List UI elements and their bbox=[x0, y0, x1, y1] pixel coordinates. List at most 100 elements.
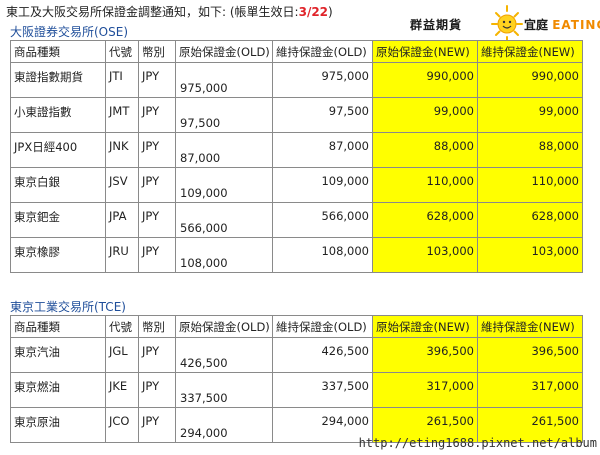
maintenance-margin-old-cell: 294,000 bbox=[272, 407, 373, 443]
column-header: 維持保證金(OLD) bbox=[272, 315, 373, 338]
notice-main: 東工及大阪交易所保證金調整通知，如下: (帳單生效日: bbox=[6, 5, 299, 19]
original-margin-old-value: 566,000 bbox=[180, 221, 228, 235]
table-row: JPX日經400 JNK JPY 87,000 87,000 88,000 88,000 bbox=[10, 132, 583, 168]
original-margin-old-cell: 108,000 bbox=[175, 237, 273, 273]
watermark-url: http://eting1688.pixnet.net/album bbox=[358, 436, 597, 450]
original-margin-old-cell: 87,000 bbox=[175, 132, 273, 168]
symbol-cell: JSV bbox=[105, 167, 139, 203]
table-row: 小東證指數 JMT JPY 97,500 97,500 99,000 99,000 bbox=[10, 97, 583, 133]
maintenance-margin-new-cell: 396,500 bbox=[477, 337, 583, 373]
ose-margin-table: 商品種類 代號 幣別 原始保證金(OLD) 維持保證金(OLD) 原始保證金(NEW) 維持… bbox=[10, 40, 583, 273]
product-name-cell: 小東證指數 bbox=[10, 97, 106, 133]
original-margin-old-cell: 97,500 bbox=[175, 97, 273, 133]
table-row: 東證指數期貨 JTI JPY 975,000 975,000 990,000 990,000 bbox=[10, 62, 583, 98]
maintenance-margin-old-cell: 87,000 bbox=[272, 132, 373, 168]
original-margin-old-value: 294,000 bbox=[180, 426, 228, 440]
product-name-cell: 東京白銀 bbox=[10, 167, 106, 203]
currency-cell: JPY bbox=[138, 167, 176, 203]
product-name-cell: 東京汽油 bbox=[10, 337, 106, 373]
original-margin-old-value: 109,000 bbox=[180, 186, 228, 200]
symbol-cell: JRU bbox=[105, 237, 139, 273]
original-margin-old-value: 97,500 bbox=[180, 116, 221, 130]
sun-icon bbox=[491, 5, 523, 43]
currency-cell: JPY bbox=[138, 337, 176, 373]
brand-logo: 群益期貨 宜庭 EATING bbox=[410, 4, 600, 44]
original-margin-old-value: 426,500 bbox=[180, 356, 228, 370]
product-name-cell: JPX日經400 bbox=[10, 132, 106, 168]
currency-cell: JPY bbox=[138, 237, 176, 273]
original-margin-old-cell: 294,000 bbox=[175, 407, 273, 443]
maintenance-margin-old-cell: 109,000 bbox=[272, 167, 373, 203]
column-header: 原始保證金(OLD) bbox=[175, 40, 273, 63]
column-header: 幣別 bbox=[138, 315, 176, 338]
ose-section-title: 大阪證券交易所(OSE) bbox=[10, 25, 129, 39]
currency-cell: JPY bbox=[138, 202, 176, 238]
original-margin-old-cell: 975,000 bbox=[175, 62, 273, 98]
maintenance-margin-new-cell: 99,000 bbox=[477, 97, 583, 133]
original-margin-new-cell: 88,000 bbox=[372, 132, 478, 168]
logo-right-cn: 宜庭 bbox=[524, 18, 549, 32]
original-margin-old-cell: 426,500 bbox=[175, 337, 273, 373]
original-margin-new-cell: 103,000 bbox=[372, 237, 478, 273]
symbol-cell: JPA bbox=[105, 202, 139, 238]
maintenance-margin-old-cell: 108,000 bbox=[272, 237, 373, 273]
notice-text: 東工及大阪交易所保證金調整通知，如下: (帳單生效日:3/22) bbox=[6, 3, 333, 20]
table-row: 東京鈀金 JPA JPY 566,000 566,000 628,000 628,000 bbox=[10, 202, 583, 238]
table-row: 東京汽油 JGL JPY 426,500 426,500 396,500 396,500 bbox=[10, 337, 583, 373]
original-margin-new-cell: 110,000 bbox=[372, 167, 478, 203]
original-margin-new-cell: 99,000 bbox=[372, 97, 478, 133]
maintenance-margin-new-cell: 990,000 bbox=[477, 62, 583, 98]
original-margin-old-value: 337,500 bbox=[180, 391, 228, 405]
currency-cell: JPY bbox=[138, 407, 176, 443]
currency-cell: JPY bbox=[138, 97, 176, 133]
original-margin-new-cell: 628,000 bbox=[372, 202, 478, 238]
maintenance-margin-new-cell: 88,000 bbox=[477, 132, 583, 168]
notice-close: ) bbox=[328, 5, 333, 19]
symbol-cell: JGL bbox=[105, 337, 139, 373]
column-header: 維持保證金(NEW) bbox=[477, 315, 583, 338]
product-name-cell: 東京鈀金 bbox=[10, 202, 106, 238]
original-margin-new-cell: 396,500 bbox=[372, 337, 478, 373]
original-margin-old-value: 975,000 bbox=[180, 81, 228, 95]
original-margin-old-value: 87,000 bbox=[180, 151, 221, 165]
column-header: 商品種類 bbox=[10, 40, 106, 63]
column-header: 維持保證金(OLD) bbox=[272, 40, 373, 63]
logo-left-text: 群益期貨 bbox=[410, 18, 463, 32]
column-header: 商品種類 bbox=[10, 315, 106, 338]
logo-right-en: EATING bbox=[552, 18, 600, 32]
tce-margin-table: 商品種類 代號 幣別 原始保證金(OLD) 維持保證金(OLD) 原始保證金(NEW) 維持… bbox=[10, 315, 583, 443]
maintenance-margin-old-cell: 97,500 bbox=[272, 97, 373, 133]
table-row: 東京白銀 JSV JPY 109,000 109,000 110,000 110,000 bbox=[10, 167, 583, 203]
original-margin-old-value: 108,000 bbox=[180, 256, 228, 270]
table-row: 東京燃油 JKE JPY 337,500 337,500 317,000 317,000 bbox=[10, 372, 583, 408]
product-name-cell: 東京燃油 bbox=[10, 372, 106, 408]
symbol-cell: JNK bbox=[105, 132, 139, 168]
symbol-cell: JTI bbox=[105, 62, 139, 98]
maintenance-margin-old-cell: 975,000 bbox=[272, 62, 373, 98]
original-margin-new-cell: 990,000 bbox=[372, 62, 478, 98]
column-header: 原始保證金(NEW) bbox=[372, 315, 478, 338]
original-margin-new-cell: 317,000 bbox=[372, 372, 478, 408]
header-row: 商品種類 代號 幣別 原始保證金(OLD) 維持保證金(OLD) 原始保證金(NEW) 維持… bbox=[10, 40, 583, 63]
column-header: 代號 bbox=[105, 315, 139, 338]
maintenance-margin-old-cell: 337,500 bbox=[272, 372, 373, 408]
currency-cell: JPY bbox=[138, 62, 176, 98]
maintenance-margin-new-cell: 110,000 bbox=[477, 167, 583, 203]
original-margin-old-cell: 337,500 bbox=[175, 372, 273, 408]
product-name-cell: 東京原油 bbox=[10, 407, 106, 443]
column-header: 幣別 bbox=[138, 40, 176, 63]
column-header: 原始保證金(NEW) bbox=[372, 40, 478, 63]
logo-right-text: 宜庭 EATING bbox=[524, 16, 600, 33]
original-margin-old-cell: 109,000 bbox=[175, 167, 273, 203]
currency-cell: JPY bbox=[138, 372, 176, 408]
symbol-cell: JCO bbox=[105, 407, 139, 443]
column-header: 原始保證金(OLD) bbox=[175, 315, 273, 338]
symbol-cell: JMT bbox=[105, 97, 139, 133]
product-name-cell: 東證指數期貨 bbox=[10, 62, 106, 98]
currency-cell: JPY bbox=[138, 132, 176, 168]
maintenance-margin-old-cell: 426,500 bbox=[272, 337, 373, 373]
header-row: 商品種類 代號 幣別 原始保證金(OLD) 維持保證金(OLD) 原始保證金(NEW) 維持… bbox=[10, 315, 583, 338]
original-margin-old-cell: 566,000 bbox=[175, 202, 273, 238]
product-name-cell: 東京橡膠 bbox=[10, 237, 106, 273]
maintenance-margin-new-cell: 317,000 bbox=[477, 372, 583, 408]
